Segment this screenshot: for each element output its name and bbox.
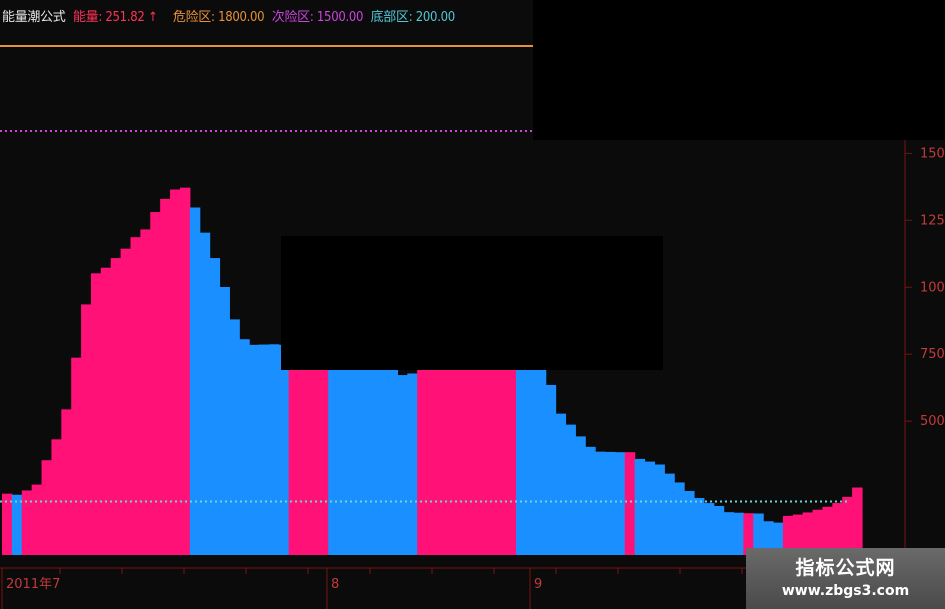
- energy-bar: [288, 344, 300, 555]
- bottom-value: 200.00: [415, 10, 455, 25]
- energy-bar: [535, 356, 547, 555]
- y-tick-label: 1000: [920, 280, 945, 295]
- bottom-label: 底部区:: [370, 10, 413, 25]
- energy-bar: [318, 344, 329, 555]
- indicator-title: 能量潮公式: [2, 10, 66, 25]
- energy-bar: [367, 344, 379, 555]
- energy-bar: [436, 344, 448, 555]
- energy-bar: [130, 237, 141, 555]
- y-tick-label: 1500: [920, 146, 945, 161]
- energy-bar: [90, 273, 102, 555]
- energy-bar: [654, 464, 665, 555]
- energy-bar: [239, 339, 250, 555]
- energy-bar: [298, 344, 310, 555]
- watermark-url: www.zbgs3.com: [781, 583, 910, 599]
- energy-bar: [71, 357, 82, 555]
- energy-bar: [614, 452, 626, 555]
- y-tick-label: 500.0: [920, 414, 945, 429]
- energy-bar: [170, 189, 181, 555]
- energy-bar: [328, 344, 339, 555]
- x-tick-label: 9: [534, 577, 542, 592]
- danger-value: 1800.00: [218, 10, 265, 25]
- watermark-title: 指标公式网: [795, 557, 896, 579]
- energy-bar: [476, 344, 487, 555]
- energy-bar: [634, 458, 646, 555]
- energy-bar: [110, 258, 122, 555]
- redaction-block-center: [281, 236, 663, 370]
- y-tick-label: 750.0: [920, 347, 945, 362]
- energy-bar: [852, 487, 863, 555]
- energy-bar: [496, 344, 507, 555]
- energy-bar: [347, 344, 359, 555]
- energy-bar: [604, 451, 616, 555]
- redaction-block-top-right: [533, 0, 945, 140]
- energy-bar: [713, 506, 725, 555]
- second-label: 次险区:: [271, 10, 314, 25]
- second-value: 1500.00: [316, 10, 364, 25]
- energy-bar: [387, 367, 399, 555]
- energy-bar: [377, 357, 389, 555]
- energy-bar: [249, 344, 260, 555]
- energy-bar: [486, 344, 497, 555]
- energy-bar: [41, 460, 53, 555]
- energy-bar: [456, 344, 468, 555]
- energy-bar: [2, 493, 13, 555]
- energy-bar: [120, 248, 132, 555]
- energy-bar: [664, 473, 675, 555]
- energy-bar: [51, 439, 62, 555]
- energy-value: 251.82: [105, 10, 145, 25]
- up-arrow-icon: ↑: [147, 10, 158, 25]
- energy-bar: [842, 496, 853, 555]
- energy-bar: [525, 344, 537, 555]
- energy-bar: [595, 451, 606, 555]
- energy-bar: [308, 344, 319, 555]
- energy-bar: [189, 207, 201, 555]
- energy-bar: [545, 384, 557, 555]
- energy-bar: [278, 344, 290, 555]
- energy-label: 能量:: [72, 10, 102, 25]
- energy-bar: [446, 344, 458, 555]
- energy-bar: [259, 344, 270, 555]
- energy-bar: [427, 352, 438, 555]
- energy-bar: [733, 512, 744, 555]
- energy-bar: [723, 512, 735, 555]
- energy-bar: [674, 482, 685, 555]
- energy-bar: [417, 367, 428, 555]
- energy-bar: [268, 344, 280, 555]
- energy-bar: [61, 409, 72, 555]
- energy-bar: [516, 344, 527, 555]
- energy-bar: [575, 436, 586, 555]
- energy-bar: [466, 344, 478, 555]
- energy-bar: [179, 187, 191, 555]
- energy-bar: [693, 497, 705, 555]
- energy-bar: [11, 494, 23, 555]
- energy-bar: [31, 484, 43, 555]
- energy-bar: [407, 373, 418, 555]
- indicator-header: 能量潮公式 能量: 251.82 ↑ 危险区: 1800.00 次险区: 150…: [2, 6, 455, 25]
- energy-bar: [150, 212, 161, 555]
- energy-bar: [357, 344, 369, 555]
- x-tick-label: 8: [331, 577, 339, 592]
- energy-bar: [81, 304, 92, 555]
- energy-bar: [338, 344, 349, 555]
- x-tick-label: 2011年7: [6, 577, 60, 592]
- energy-bar: [624, 452, 636, 555]
- energy-bar: [209, 258, 221, 555]
- energy-bar: [219, 286, 230, 555]
- energy-bar: [140, 229, 151, 555]
- energy-bar: [397, 375, 408, 555]
- watermark: 指标公式网 www.zbgs3.com: [746, 548, 945, 609]
- y-tick-label: 1250: [920, 213, 945, 228]
- energy-bar: [644, 461, 656, 555]
- danger-label: 危险区:: [172, 10, 215, 25]
- energy-bar: [229, 319, 240, 555]
- energy-bar: [703, 503, 715, 555]
- energy-bar: [100, 267, 112, 555]
- energy-bar: [199, 232, 211, 555]
- energy-bar: [506, 344, 517, 555]
- energy-bar: [565, 424, 576, 555]
- energy-bar: [555, 413, 567, 555]
- energy-bar: [21, 490, 33, 555]
